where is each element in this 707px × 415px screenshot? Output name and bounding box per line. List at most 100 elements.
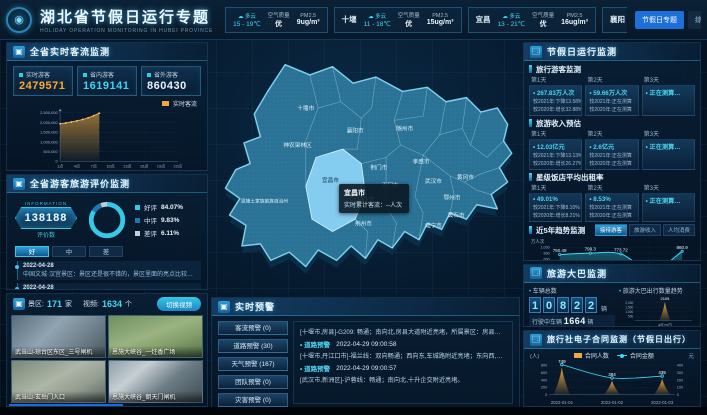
nav-button-0[interactable]: 节假日专题 xyxy=(635,11,684,29)
svg-text:0: 0 xyxy=(677,393,679,397)
bus-body: 车辆总数 10822辆 行驶中车辆 1664 辆 旅游大巴出行数量趋势 5001… xyxy=(524,283,700,328)
bottom-bar xyxy=(0,407,707,415)
review-item[interactable]: 2022-04-28中国文城·汉宫景区：景区还是很不错的，景区里面的亮点比较多，… xyxy=(17,261,201,280)
legend-label: 合同人数 xyxy=(585,351,609,360)
pm-block: PM2.59ug/m³ xyxy=(297,13,320,26)
legend-label: 实时客流 xyxy=(173,99,197,108)
legend-percent: 84.07% xyxy=(161,204,183,211)
svg-text:0: 0 xyxy=(545,393,547,397)
metric-card: 12.03亿元较2021年:下降13.13%较2020年:增长26.27% xyxy=(529,139,582,170)
map-label-4[interactable]: 荆门市 xyxy=(370,164,387,172)
svg-text:2,000: 2,000 xyxy=(625,301,633,305)
map-label-5[interactable]: 孝感市 xyxy=(413,158,430,166)
map-label-12[interactable]: 宜昌市 xyxy=(322,176,339,184)
page-subtitle: HOLIDAY OPERATION MONITORING IN HUBEI PR… xyxy=(40,28,213,34)
monitor-icon: 🗔 xyxy=(530,46,542,58)
trend-tab-1[interactable]: 旅游收入 xyxy=(629,224,661,236)
rating-tab-差[interactable]: 差 xyxy=(89,246,123,257)
weather-card: 襄阳☁ 多云13 - 19℃空气质量优PM2.534ug/m³ xyxy=(602,7,627,33)
video-feed-4[interactable]: 恩施大峡谷_朝天门闸机 xyxy=(108,360,203,403)
bus-total-label: 车辆总数 xyxy=(529,286,615,295)
svg-text:799.3: 799.3 xyxy=(585,247,597,252)
legend-swatch xyxy=(162,101,169,106)
contract-legend: 合同人数合同金额 xyxy=(574,351,654,360)
bus-trend-chart: 5001,0001,5002,00021054月29日 xyxy=(619,295,695,328)
weather-temp: 13 - 21℃ xyxy=(498,20,526,28)
metric-card: 49.01%较2021年:下降8.10%较2020年:增长8.21% xyxy=(529,193,582,222)
map-label-1[interactable]: 襄阳市 xyxy=(347,127,364,135)
section-label: 星级饭店平均出租率 xyxy=(529,172,695,182)
legend-percent: 6.11% xyxy=(161,230,179,237)
map-label-14[interactable]: 黄石市 xyxy=(448,211,465,219)
map-label-2[interactable]: 随州市 xyxy=(396,125,413,133)
dashboard: ◉ 湖北省节假日运行专题 HOLIDAY OPERATION MONITORIN… xyxy=(0,0,707,415)
trend-tab-0[interactable]: 接待游客 xyxy=(595,224,627,236)
svg-text:4月29日: 4月29日 xyxy=(658,322,672,327)
video-header: ▣ 景区: 171 家 视频: 1634 个 切换视频 xyxy=(7,294,207,313)
bus-digit: 2 xyxy=(571,297,583,313)
svg-text:400: 400 xyxy=(677,364,683,368)
alert-filter-0[interactable]: 客流预警 (0) xyxy=(218,321,288,335)
tooltip-city: 宜昌市 xyxy=(344,188,404,198)
video-feed-3[interactable]: 武当山-玄岳门入口 xyxy=(11,360,106,403)
day-label: 第2天 xyxy=(585,182,638,193)
rating-tab-中[interactable]: 中 xyxy=(52,246,86,257)
air-quality-block: 空气质量优 xyxy=(398,11,420,29)
metric-card: 267.83万人次较2021年:下降13.58%较2020年:增长32.88% xyxy=(529,85,582,116)
map-label-13[interactable]: 荆州市 xyxy=(355,219,372,227)
running-label: 行驶中车辆 xyxy=(532,320,562,326)
trend-tab-2[interactable]: 人均消费 xyxy=(663,224,695,236)
map-label-9[interactable]: 鄂州市 xyxy=(444,194,461,202)
alert-filter-1[interactable]: 道路预警 (30) xyxy=(218,339,288,353)
map-label-7[interactable]: 武汉市 xyxy=(425,177,442,185)
map-label-15[interactable]: 咸宁市 xyxy=(425,221,442,229)
bus-icon: 🗔 xyxy=(530,267,542,279)
video-unit: 个 xyxy=(125,299,132,309)
map-label-8[interactable]: 黄冈市 xyxy=(457,173,474,181)
alert-message-list[interactable]: [十堰市,房县]-G209: 畅通；南向北,房县大道附近亮堵，所属景区：房县观音… xyxy=(293,321,513,404)
review-item[interactable]: 2022-04-28武当山风景区：风景秀丽，体验很好，值得一去… xyxy=(17,283,201,289)
map-label-3[interactable]: 神农架林区 xyxy=(283,141,312,149)
alerts-panel: ▣ 实时预警 客流预警 (0)道路预警 (30)天气预警 (167)团队预警 (… xyxy=(211,297,520,410)
nav-button-1[interactable]: 综合 xyxy=(688,11,701,29)
alert-filter-4[interactable]: 灾害预警 (0) xyxy=(218,393,288,407)
aq-value: 优 xyxy=(398,19,420,29)
left-axis-unit: (人) xyxy=(530,352,539,360)
video-count: 1634 xyxy=(102,299,122,309)
review-text: 中国文城·汉宫景区：景区还是很不错的，景区里面的亮点比较多，以及景交… xyxy=(23,269,196,278)
pm-block: PM2.515ug/m³ xyxy=(427,13,454,26)
bus-digit: 2 xyxy=(585,297,597,313)
right-column: 🗔 节假日运行监测 旅行游客监测第1天第2天第3天267.83万人次较2021年… xyxy=(523,42,701,407)
rating-tab-好[interactable]: 好 xyxy=(15,246,49,257)
day-label: 第2天 xyxy=(585,74,638,85)
legend-label: 好评 xyxy=(144,202,157,212)
metric-compare: 较2021年:下降13.58% xyxy=(533,98,578,105)
rating-legend: 好评84.07%中评9.83%差评6.11% xyxy=(135,202,201,238)
alert-filter-2[interactable]: 天气预警 (167) xyxy=(218,357,288,371)
hexagon-badge: 138188 xyxy=(15,207,77,229)
contract-legend-item: 合同金额 xyxy=(617,351,654,360)
map-label-0[interactable]: 十堰市 xyxy=(297,104,314,112)
metric-compare: 较2020年:正在测算 xyxy=(589,106,634,113)
video-feed-2[interactable]: 恩施大峡谷_一炷香广场 xyxy=(108,315,203,358)
map-label-11[interactable]: 恩施土家族苗族自治州 xyxy=(241,198,288,205)
panel-header: 🗔 旅行社电子合同监测（节假日出行） xyxy=(524,331,700,349)
contract-legend-item: 合同人数 xyxy=(574,351,609,360)
video-feed-1[interactable]: 武当山-琼台区东区_三号闸机 xyxy=(11,315,106,358)
switch-video-button[interactable]: 切换视频 xyxy=(157,297,201,311)
grid-icon: ▣ xyxy=(13,178,25,190)
bus-digit: 1 xyxy=(529,297,541,313)
hubei-province-map[interactable]: 十堰市襄阳市随州市神农架林区荆门市孝感市天门市武汉市黄冈市鄂州市仙桃市恩施土家族… xyxy=(211,42,520,294)
svg-text:500,000: 500,000 xyxy=(43,149,58,154)
day-label: 第3天 xyxy=(642,74,695,85)
metric-compare: 较2021年:正在测算 xyxy=(589,98,634,105)
legend-label: 中评 xyxy=(144,215,157,225)
metric-value: 2.6亿元 xyxy=(589,142,634,151)
day-label: 第3天 xyxy=(642,182,695,193)
aq-label: 空气质量 xyxy=(398,11,420,19)
trend-header: 近5年趋势监测接待游客旅游收入人均消费 xyxy=(529,224,695,236)
video-caption: 恩施大峡谷_朝天门闸机 xyxy=(109,391,202,402)
stat-value: 2479571 xyxy=(19,80,67,92)
alert-filter-3[interactable]: 团队预警 (0) xyxy=(218,375,288,389)
right-axis-unit: 元 xyxy=(688,352,694,360)
